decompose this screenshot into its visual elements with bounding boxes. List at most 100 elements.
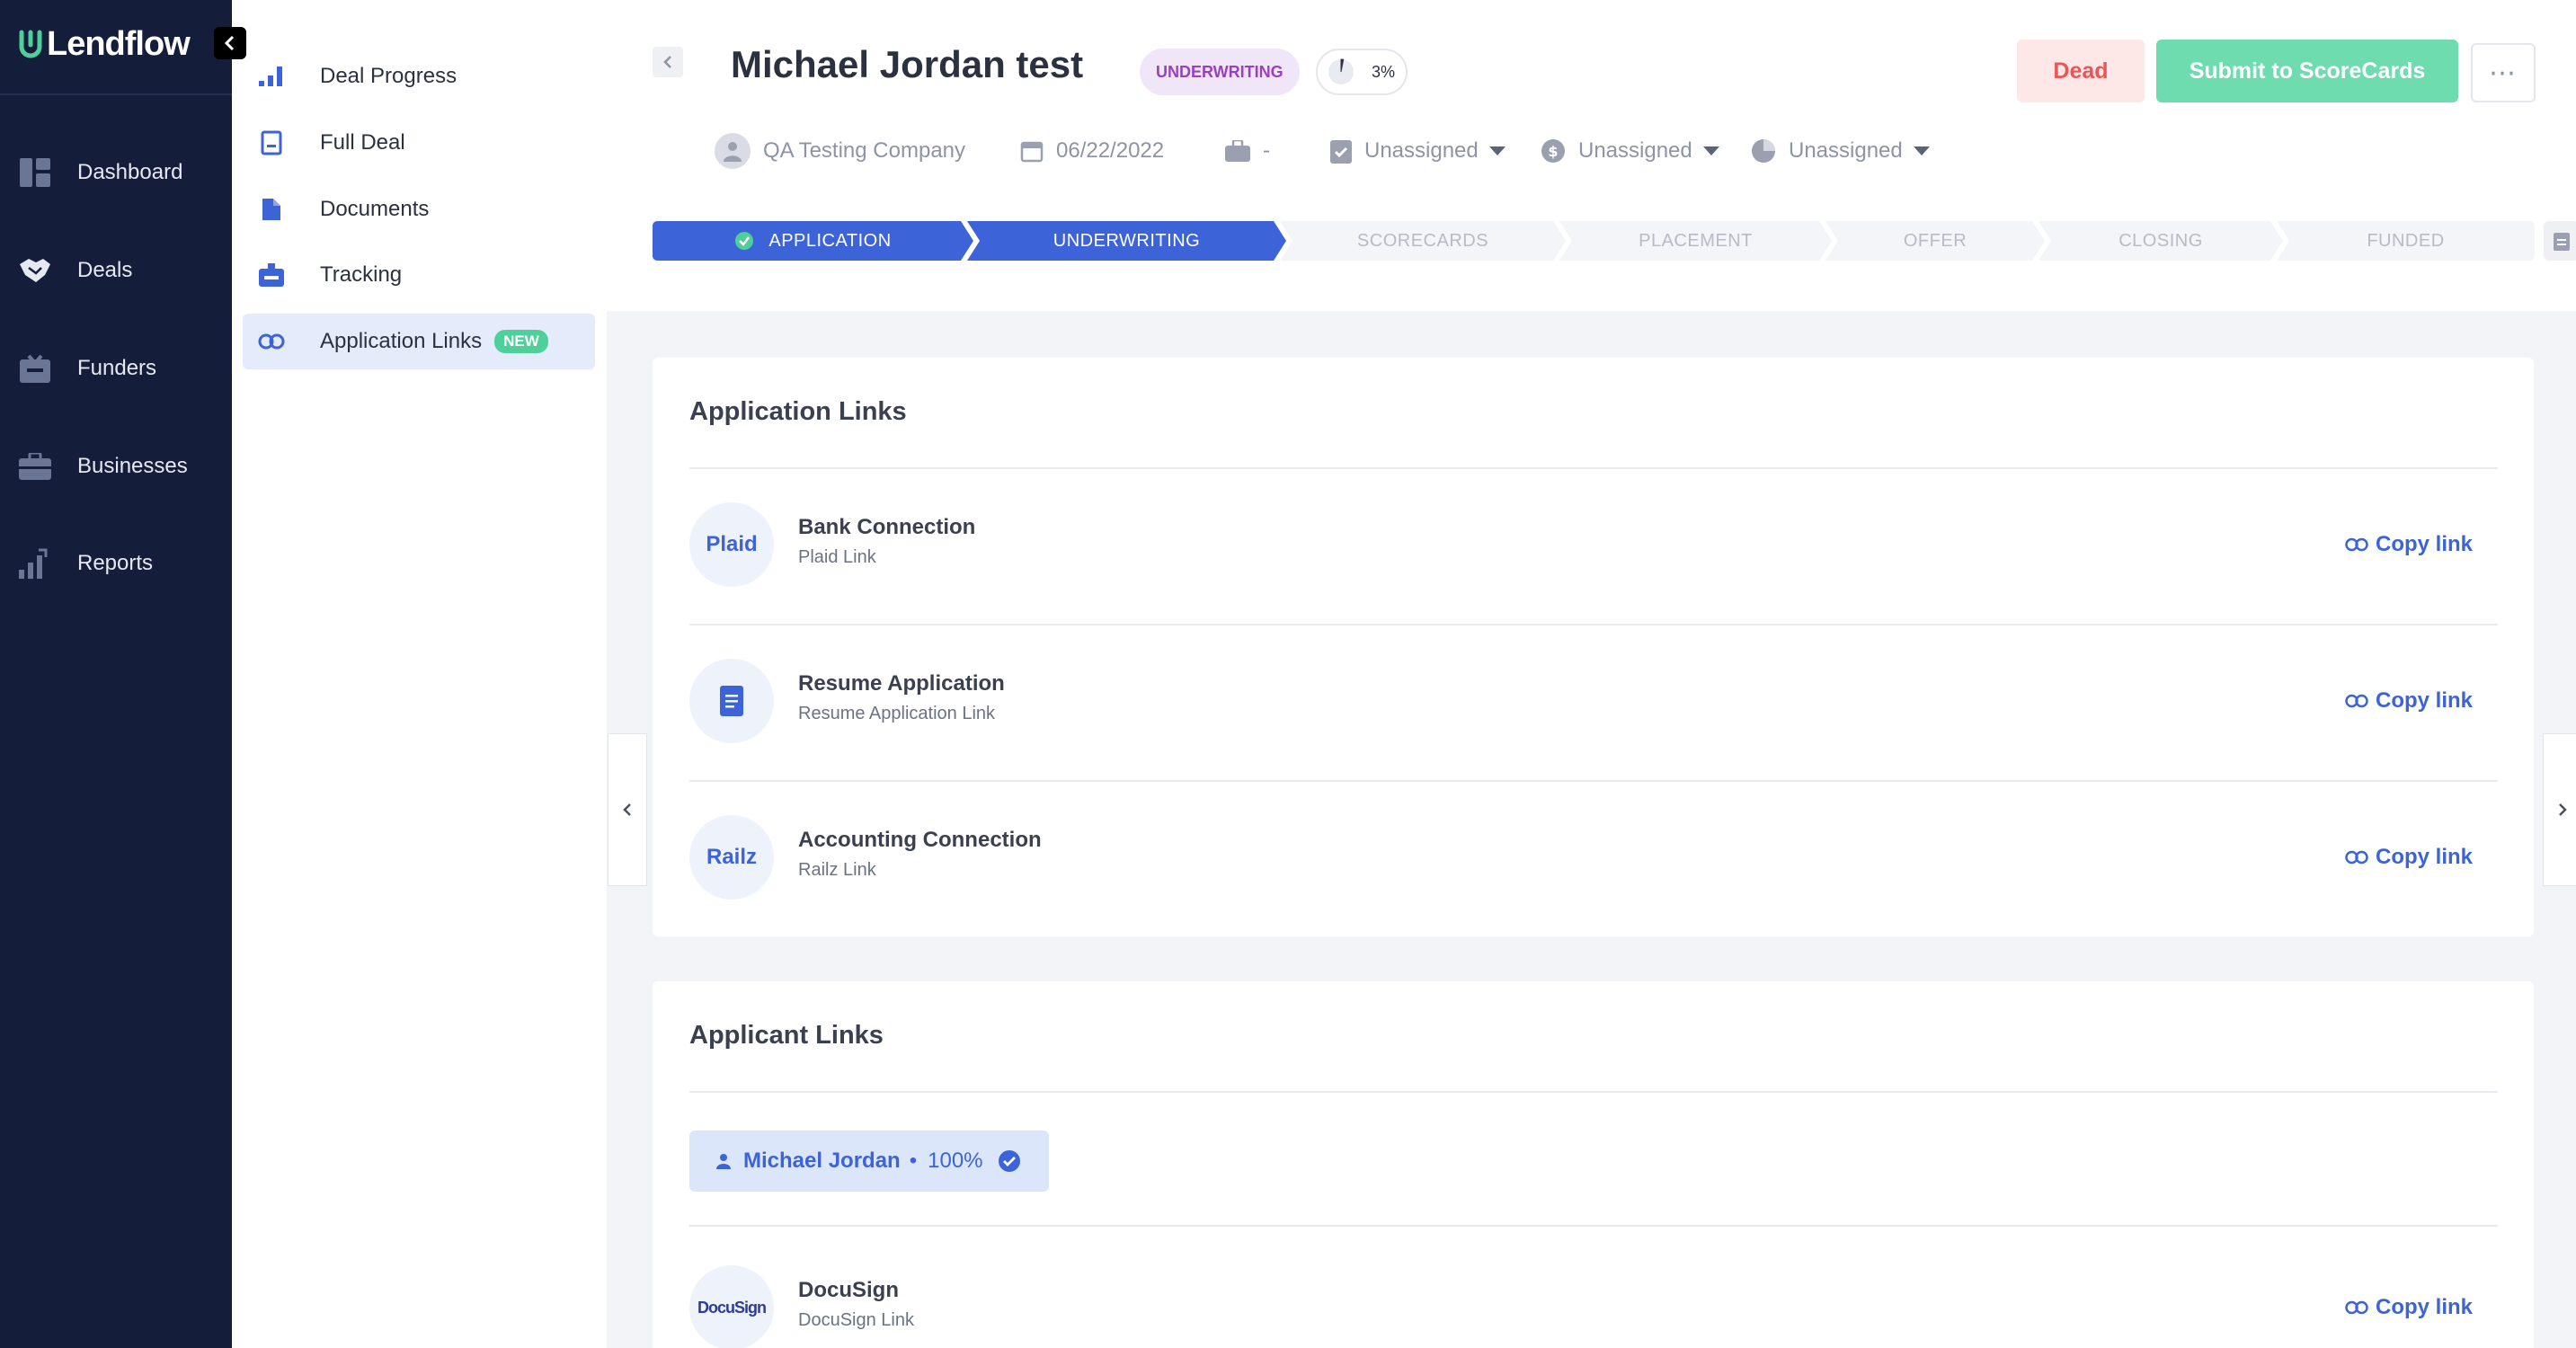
link-icon bbox=[2345, 537, 2368, 552]
progress-value: 3% bbox=[1372, 62, 1396, 81]
chevron-left-icon bbox=[663, 56, 671, 68]
stage-closing[interactable]: CLOSING bbox=[2039, 221, 2283, 261]
stage-scorecards[interactable]: SCORECARDS bbox=[1280, 221, 1566, 261]
submit-to-scorecards-button[interactable]: Submit to ScoreCards bbox=[2156, 40, 2458, 102]
back-button[interactable] bbox=[653, 47, 683, 77]
company-avatar-icon bbox=[715, 133, 751, 169]
link-row-docusign: DocuSign DocuSign DocuSign Link Copy lin… bbox=[689, 1265, 2498, 1348]
inbox-icon bbox=[18, 351, 52, 386]
copy-link-button[interactable]: Copy link bbox=[2345, 686, 2473, 716]
person-icon bbox=[716, 1154, 731, 1169]
nav-item-reports[interactable]: Reports bbox=[18, 537, 153, 590]
nav-item-label: Reports bbox=[77, 551, 154, 575]
stage-placement[interactable]: PLACEMENT bbox=[1559, 221, 1832, 261]
assignee-dropdown-funding[interactable]: $ Unassigned bbox=[1541, 131, 1719, 171]
nav-item-label: Dashboard bbox=[77, 160, 183, 184]
subnav-item-label: Application Links bbox=[320, 329, 483, 353]
progress-ring-icon bbox=[1328, 58, 1354, 84]
company-name: QA Testing Company bbox=[763, 138, 966, 163]
check-circle-icon bbox=[998, 1150, 1020, 1172]
company-meta[interactable]: QA Testing Company bbox=[715, 131, 965, 171]
nav-item-funders[interactable]: Funders bbox=[18, 341, 156, 395]
handshake-icon bbox=[18, 253, 52, 288]
nav-item-dashboard[interactable]: Dashboard bbox=[18, 146, 182, 200]
assignee-value: Unassigned bbox=[1364, 138, 1479, 163]
subnav-item-application-links[interactable]: Application Links NEW bbox=[243, 314, 595, 369]
docusign-logo: DocuSign bbox=[689, 1265, 774, 1348]
lendflow-mark-icon bbox=[19, 30, 42, 58]
subnav-item-tracking[interactable]: Tracking bbox=[243, 247, 595, 303]
stage-underwriting[interactable]: UNDERWRITING bbox=[967, 221, 1286, 261]
copy-link-button[interactable]: Copy link bbox=[2345, 1292, 2473, 1323]
deal-header: Michael Jordan test UNDERWRITING 3% Dead… bbox=[607, 0, 2576, 311]
link-row-resume-application: Resume Application Resume Application Li… bbox=[689, 659, 2498, 743]
card-title: Applicant Links bbox=[689, 1021, 884, 1050]
stage-offer[interactable]: OFFER bbox=[1825, 221, 2045, 261]
link-icon bbox=[2345, 1300, 2368, 1315]
separator-dot: • bbox=[909, 1148, 918, 1173]
main-sidebar: Lendflow Dashboard Deals Funders Busines… bbox=[0, 0, 232, 1348]
applicant-name: Michael Jordan bbox=[743, 1148, 901, 1173]
link-row-bank-connection: Plaid Bank Connection Plaid Link Copy li… bbox=[689, 502, 2498, 587]
resume-application-logo bbox=[689, 659, 774, 743]
copy-link-button[interactable]: Copy link bbox=[2345, 529, 2473, 560]
check-circle-icon bbox=[735, 232, 754, 250]
assignee-dropdown-analyst[interactable]: Unassigned bbox=[1751, 131, 1930, 171]
document-outline-icon bbox=[243, 130, 300, 155]
expand-right-panel-button[interactable] bbox=[2543, 733, 2576, 886]
subnav-item-label: Deal Progress bbox=[320, 64, 457, 88]
link-name: Bank Connection bbox=[798, 515, 976, 539]
assignee-value: Unassigned bbox=[1789, 138, 1903, 163]
applicant-chip[interactable]: Michael Jordan • 100% bbox=[689, 1131, 1049, 1192]
dashboard-icon bbox=[18, 155, 52, 190]
clipboard-check-icon bbox=[1330, 138, 1352, 164]
collapse-sidebar-button[interactable] bbox=[214, 27, 246, 59]
clipboard-icon bbox=[2554, 233, 2570, 251]
deal-title: Michael Jordan test bbox=[731, 43, 1084, 85]
briefcase-icon bbox=[18, 449, 52, 483]
chevron-left-icon bbox=[224, 35, 235, 51]
stage-label: UNDERWRITING bbox=[1053, 230, 1201, 251]
application-links-card: Application Links Plaid Bank Connection … bbox=[653, 358, 2534, 936]
stage-label: APPLICATION bbox=[768, 230, 892, 251]
collapse-left-panel-button[interactable] bbox=[608, 733, 647, 886]
dollar-circle-icon: $ bbox=[1541, 138, 1566, 164]
caret-down-icon bbox=[1702, 146, 1719, 155]
subnav-item-deal-progress[interactable]: Deal Progress bbox=[243, 49, 595, 104]
stage-label: CLOSING bbox=[2119, 230, 2203, 251]
stage-notes-button[interactable] bbox=[2544, 221, 2576, 261]
stage-application[interactable]: APPLICATION bbox=[653, 221, 973, 261]
subnav-item-label: Documents bbox=[320, 197, 430, 221]
link-sub: Plaid Link bbox=[798, 547, 876, 567]
new-badge: NEW bbox=[494, 330, 548, 353]
divider bbox=[689, 1225, 2498, 1227]
applicant-links-card: Applicant Links Michael Jordan • 100% Do… bbox=[653, 981, 2534, 1348]
briefcase-icon bbox=[1225, 140, 1250, 162]
copy-link-button[interactable]: Copy link bbox=[2345, 842, 2473, 873]
nav-item-deals[interactable]: Deals bbox=[18, 244, 132, 297]
tray-icon bbox=[243, 263, 300, 287]
more-options-button[interactable]: ⋯ bbox=[2471, 43, 2536, 102]
deal-subnav: Deal Progress Full Deal Documents Tracki… bbox=[232, 0, 607, 1348]
subnav-item-label: Full Deal bbox=[320, 130, 405, 155]
divider bbox=[689, 1091, 2498, 1093]
copy-link-label: Copy link bbox=[2375, 845, 2473, 869]
link-sub: Railz Link bbox=[798, 860, 876, 880]
copy-link-label: Copy link bbox=[2375, 688, 2473, 713]
chevron-right-icon bbox=[2559, 803, 2567, 816]
bar-chart-icon bbox=[18, 546, 52, 581]
stage-label: OFFER bbox=[1903, 230, 1968, 251]
lendflow-logo[interactable]: Lendflow bbox=[18, 23, 191, 65]
pie-chart-icon bbox=[1751, 138, 1776, 164]
assignee-dropdown-underwriter[interactable]: Unassigned bbox=[1330, 131, 1506, 171]
nav-item-businesses[interactable]: Businesses bbox=[18, 439, 188, 493]
date-meta: 06/22/2022 bbox=[1020, 131, 1164, 171]
progress-bars-icon bbox=[243, 67, 300, 86]
dead-button[interactable]: Dead bbox=[2017, 40, 2145, 102]
progress-indicator: 3% bbox=[1316, 49, 1408, 95]
stage-funded[interactable]: FUNDED bbox=[2277, 221, 2535, 261]
railz-logo: Railz bbox=[689, 815, 774, 900]
subnav-item-documents[interactable]: Documents bbox=[243, 182, 595, 237]
nav-divider bbox=[0, 93, 232, 95]
subnav-item-full-deal[interactable]: Full Deal bbox=[243, 115, 595, 171]
